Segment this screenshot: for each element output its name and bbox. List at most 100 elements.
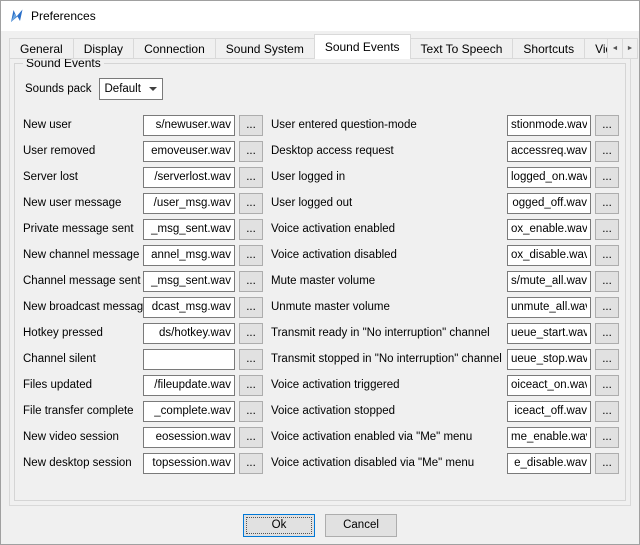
browse-button[interactable]: ... [595,271,619,292]
browse-button[interactable]: ... [239,167,263,188]
sound-file-input[interactable] [507,141,591,162]
sound-file-input[interactable] [507,297,591,318]
browse-button[interactable]: ... [595,141,619,162]
browse-button[interactable]: ... [239,375,263,396]
sound-file-input[interactable] [507,427,591,448]
tab-scroll-right-button[interactable]: ► [622,38,638,59]
sound-file-input[interactable] [143,271,235,292]
browse-button[interactable]: ... [239,115,263,136]
sound-file-input[interactable] [143,167,235,188]
tab-scroll-left-button[interactable]: ◄ [607,38,623,59]
app-logo-icon [9,8,25,24]
sound-event-label: Transmit ready in "No interruption" chan… [271,327,507,339]
sound-event-fields: New user ... User removed ... Server los… [23,112,619,476]
tab[interactable]: Sound Events [314,34,411,59]
sound-file-input[interactable] [143,349,235,370]
sound-file-input[interactable] [143,427,235,448]
sound-event-row: User logged in ... [271,164,619,190]
tab[interactable]: Display [73,38,134,59]
sound-file-input[interactable] [143,297,235,318]
browse-button[interactable]: ... [239,193,263,214]
sound-file-input[interactable] [507,245,591,266]
browse-button[interactable]: ... [239,219,263,240]
sound-event-row: Transmit ready in "No interruption" chan… [271,320,619,346]
tab-strip: General Display Connection Sound System … [9,34,637,59]
sound-event-row: New desktop session ... [23,450,263,476]
left-column: New user ... User removed ... Server los… [23,112,263,476]
sound-file-input[interactable] [143,193,235,214]
tab[interactable]: Shortcuts [512,38,585,59]
sound-file-input[interactable] [507,167,591,188]
sound-file-input[interactable] [507,271,591,292]
sound-event-label: User logged out [271,197,507,209]
sound-event-row: Voice activation triggered ... [271,372,619,398]
sound-file-input[interactable] [507,323,591,344]
tab[interactable]: General [9,38,74,59]
sound-file-input[interactable] [143,245,235,266]
sound-event-row: New channel message ... [23,242,263,268]
tab[interactable]: Text To Speech [410,38,514,59]
sound-file-input[interactable] [143,115,235,136]
sound-file-input[interactable] [143,453,235,474]
browse-button[interactable]: ... [239,141,263,162]
sound-event-row: Channel silent ... [23,346,263,372]
browse-button[interactable]: ... [239,349,263,370]
sound-file-input[interactable] [507,401,591,422]
browse-button[interactable]: ... [595,427,619,448]
sound-event-row: New video session ... [23,424,263,450]
sound-file-input[interactable] [507,349,591,370]
cancel-button[interactable]: Cancel [325,514,397,537]
sound-file-input[interactable] [143,401,235,422]
tab[interactable]: Sound System [215,38,315,59]
sound-event-label: New user message [23,197,143,209]
browse-button[interactable]: ... [595,219,619,240]
tab-scroll: ◄ ► [607,38,638,59]
browse-button[interactable]: ... [595,375,619,396]
sound-file-input[interactable] [143,219,235,240]
sound-event-label: Voice activation disabled [271,249,507,261]
browse-button[interactable]: ... [595,115,619,136]
sound-event-row: New user ... [23,112,263,138]
sound-file-input[interactable] [507,193,591,214]
browse-button[interactable]: ... [239,297,263,318]
browse-button[interactable]: ... [239,271,263,292]
sounds-pack-row: Sounds pack Default [25,78,619,100]
browse-button[interactable]: ... [595,349,619,370]
sound-event-label: User entered question-mode [271,119,507,131]
sound-file-input[interactable] [143,141,235,162]
browse-button[interactable]: ... [239,427,263,448]
sound-event-label: Voice activation triggered [271,379,507,391]
sound-event-row: Unmute master volume ... [271,294,619,320]
sound-file-input[interactable] [507,219,591,240]
browse-button[interactable]: ... [595,245,619,266]
sound-file-input[interactable] [143,323,235,344]
ok-button[interactable]: Ok [243,514,315,537]
sound-event-label: Channel silent [23,353,143,365]
browse-button[interactable]: ... [239,453,263,474]
sound-event-label: User logged in [271,171,507,183]
browse-button[interactable]: ... [595,167,619,188]
browse-button[interactable]: ... [595,323,619,344]
browse-button[interactable]: ... [595,453,619,474]
browse-button[interactable]: ... [595,297,619,318]
sounds-pack-value: Default [105,83,149,95]
sound-event-label: Voice activation enabled via "Me" menu [271,431,507,443]
tab[interactable]: Connection [133,38,216,59]
browse-button[interactable]: ... [595,401,619,422]
browse-button[interactable]: ... [239,401,263,422]
browse-button[interactable]: ... [239,323,263,344]
sound-file-input[interactable] [507,115,591,136]
sound-event-label: Files updated [23,379,143,391]
sound-file-input[interactable] [507,375,591,396]
right-column: User entered question-mode ... Desktop a… [271,112,619,476]
tab-scroll-left-icon: ◄ [612,45,619,52]
browse-button[interactable]: ... [239,245,263,266]
sound-event-row: Voice activation enabled ... [271,216,619,242]
sound-file-input[interactable] [143,375,235,396]
sounds-pack-select[interactable]: Default [99,78,163,100]
sound-event-row: Files updated ... [23,372,263,398]
sound-file-input[interactable] [507,453,591,474]
sound-event-label: Mute master volume [271,275,507,287]
browse-button[interactable]: ... [595,193,619,214]
window-title: Preferences [31,9,96,23]
